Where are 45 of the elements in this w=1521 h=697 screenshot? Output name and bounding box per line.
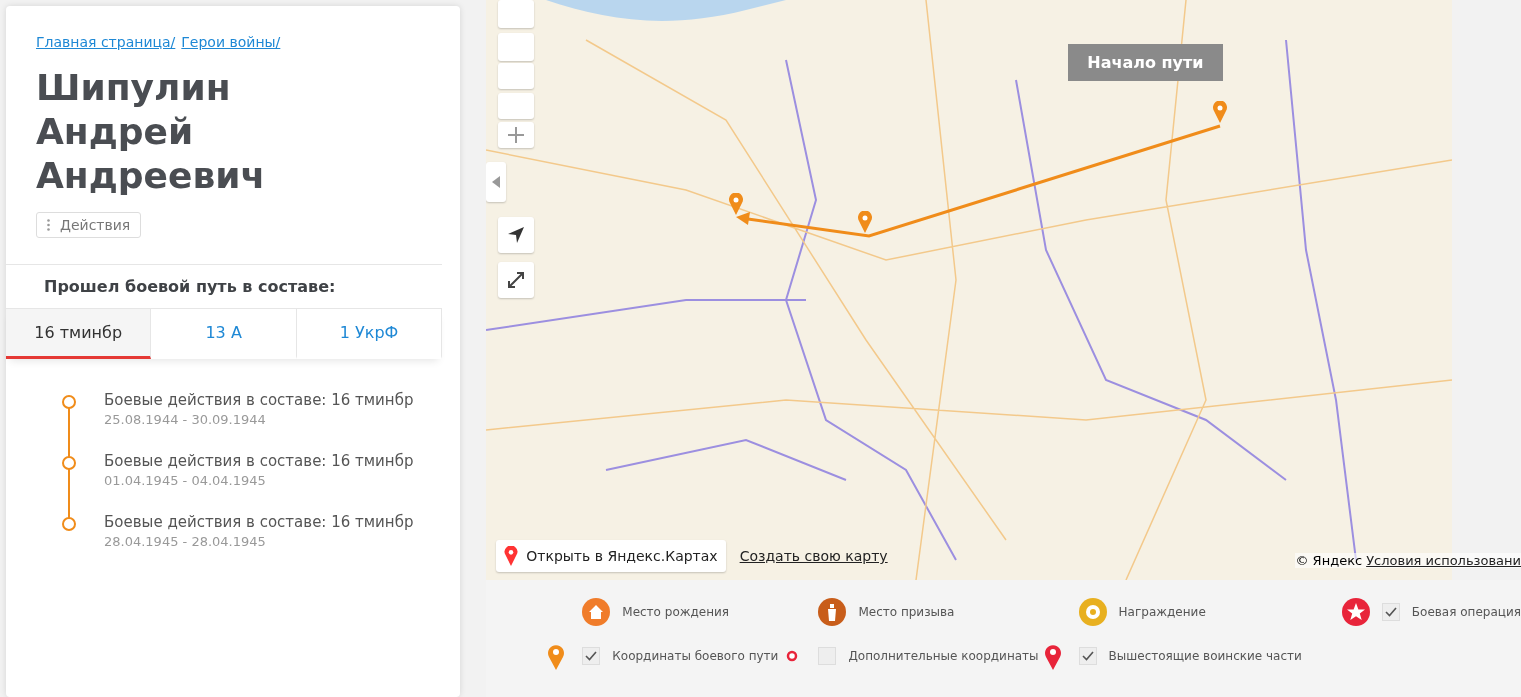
checkbox[interactable] bbox=[1381, 603, 1400, 621]
section-heading: Прошел боевой путь в составе: bbox=[6, 264, 443, 308]
map-pin-icon bbox=[858, 211, 873, 233]
map-label: Начало пути bbox=[1068, 44, 1223, 81]
collapse-button[interactable] bbox=[486, 162, 507, 202]
legend-label: Боевая операция bbox=[1411, 605, 1521, 619]
house-icon bbox=[582, 598, 611, 626]
map-pin-icon bbox=[729, 193, 744, 215]
checkbox[interactable] bbox=[582, 647, 601, 665]
terms-link[interactable]: Условия использовани bbox=[1366, 553, 1521, 568]
location-button[interactable] bbox=[498, 217, 535, 253]
medal-icon bbox=[1078, 598, 1107, 626]
navigation-arrow-icon bbox=[507, 226, 526, 244]
legend-label: Место рождения bbox=[622, 605, 730, 619]
event-dates: 28.04.1945 - 28.04.1945 bbox=[104, 534, 267, 549]
legend-label: Координаты боевого пути bbox=[612, 649, 779, 663]
more-vertical-icon bbox=[47, 219, 50, 231]
soldier-icon bbox=[818, 598, 847, 626]
plus-icon bbox=[507, 126, 526, 144]
tab[interactable]: 16 тминбр bbox=[6, 309, 152, 359]
legend-label: Награждение bbox=[1118, 605, 1206, 619]
fullscreen-button[interactable] bbox=[498, 262, 535, 298]
breadcrumb-link[interactable]: Герои войны/ bbox=[181, 34, 281, 50]
event-dates: 01.04.1945 - 04.04.1945 bbox=[104, 473, 267, 488]
map-pin-icon bbox=[1213, 101, 1228, 123]
open-in-maps-button[interactable]: Открыть в Яндекс.Картах bbox=[496, 540, 726, 572]
breadcrumb-link[interactable]: Главная страница/ bbox=[36, 34, 176, 50]
event-title: Боевые действия в составе: 16 тминбр bbox=[104, 391, 414, 409]
actions-button[interactable]: Действия bbox=[36, 212, 142, 238]
tab[interactable]: 1 УкрФ bbox=[296, 309, 443, 359]
person-name: Шипулин Андрей Андреевич bbox=[36, 66, 267, 198]
event-title: Боевые действия в составе: 16 тминбр bbox=[104, 513, 414, 531]
create-map-link[interactable]: Создать свою карту bbox=[739, 548, 888, 564]
map-pin-icon bbox=[504, 546, 519, 566]
checkbox[interactable] bbox=[1078, 647, 1097, 665]
event-title: Боевые действия в составе: 16 тминбр bbox=[104, 452, 414, 470]
copyright-text: © Яндекс bbox=[1295, 553, 1363, 568]
legend-label: Дополнительные координаты bbox=[848, 649, 1039, 663]
legend-label: Место призыва bbox=[858, 605, 955, 619]
triangle-left-icon bbox=[492, 176, 501, 188]
expand-icon bbox=[507, 271, 526, 289]
legend-label: Вышестоящие воинские части bbox=[1108, 649, 1302, 663]
event-dates: 25.08.1944 - 30.09.1944 bbox=[104, 412, 267, 427]
tab[interactable]: 13 А bbox=[151, 309, 297, 359]
zoom-in-button[interactable] bbox=[498, 122, 535, 148]
